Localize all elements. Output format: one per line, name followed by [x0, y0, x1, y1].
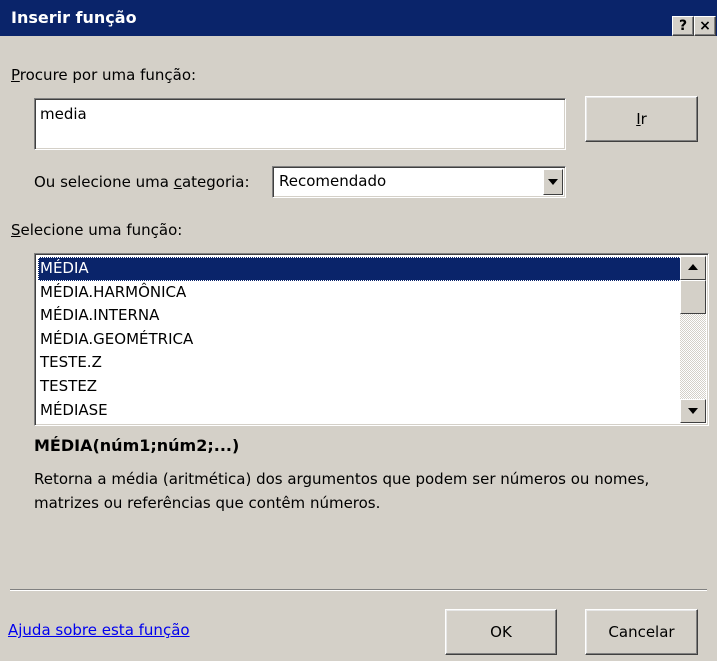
function-list-scrollbar[interactable] [680, 256, 706, 423]
help-button[interactable]: ? [672, 16, 694, 36]
ok-button[interactable]: OK [445, 609, 557, 655]
title-bar[interactable]: Inserir função ? × [0, 0, 717, 36]
window-title: Inserir função [11, 8, 137, 27]
function-list-item[interactable]: TESTE.Z [38, 351, 682, 375]
category-label: Ou selecione uma categoria: [34, 173, 250, 191]
function-list-item[interactable]: TESTEZ [38, 375, 682, 399]
category-selected-value: Recomendado [279, 172, 387, 190]
function-list-label: Selecione uma função: [11, 221, 183, 239]
scroll-thumb[interactable] [680, 280, 706, 314]
arrow-up-icon [688, 264, 698, 270]
go-button-label: Ir [636, 110, 647, 128]
search-input-value: media [40, 105, 87, 123]
chevron-down-icon [548, 179, 558, 185]
search-label: Procure por uma função: [11, 66, 197, 84]
function-list-items: MÉDIA MÉDIA.HARMÔNICA MÉDIA.INTERNA MÉDIA.G… [38, 257, 682, 422]
close-button[interactable]: × [694, 16, 716, 36]
function-list-item[interactable]: MÉDIA.GEOMÉTRICA [38, 328, 682, 352]
close-icon: × [699, 18, 711, 34]
separator [10, 589, 707, 591]
ok-button-label: OK [490, 623, 512, 641]
function-signature: MÉDIA(núm1;núm2;...) [34, 436, 240, 455]
search-input[interactable]: media [34, 98, 566, 150]
category-dropdown-button[interactable] [543, 169, 563, 195]
insert-function-dialog: Inserir função ? × Procure por uma funçã… [0, 0, 717, 661]
category-select[interactable]: Recomendado [272, 166, 566, 198]
scroll-down-button[interactable] [680, 399, 706, 423]
function-help-link[interactable]: Ajuda sobre esta função [8, 621, 190, 639]
function-list-item[interactable]: MÉDIA.HARMÔNICA [38, 281, 682, 305]
function-list[interactable]: MÉDIA MÉDIA.HARMÔNICA MÉDIA.INTERNA MÉDIA.G… [34, 253, 709, 426]
function-list-item[interactable]: MÉDIASE [38, 399, 682, 423]
function-description: Retorna a média (aritmética) dos argumen… [34, 470, 650, 512]
arrow-down-icon [688, 408, 698, 414]
scroll-up-button[interactable] [680, 256, 706, 280]
question-icon: ? [678, 18, 688, 34]
cancel-button-label: Cancelar [608, 623, 675, 641]
go-button[interactable]: Ir [585, 96, 698, 142]
function-list-item[interactable]: MÉDIA.INTERNA [38, 304, 682, 328]
function-list-item[interactable]: MÉDIA [38, 257, 682, 281]
cancel-button[interactable]: Cancelar [585, 609, 698, 655]
